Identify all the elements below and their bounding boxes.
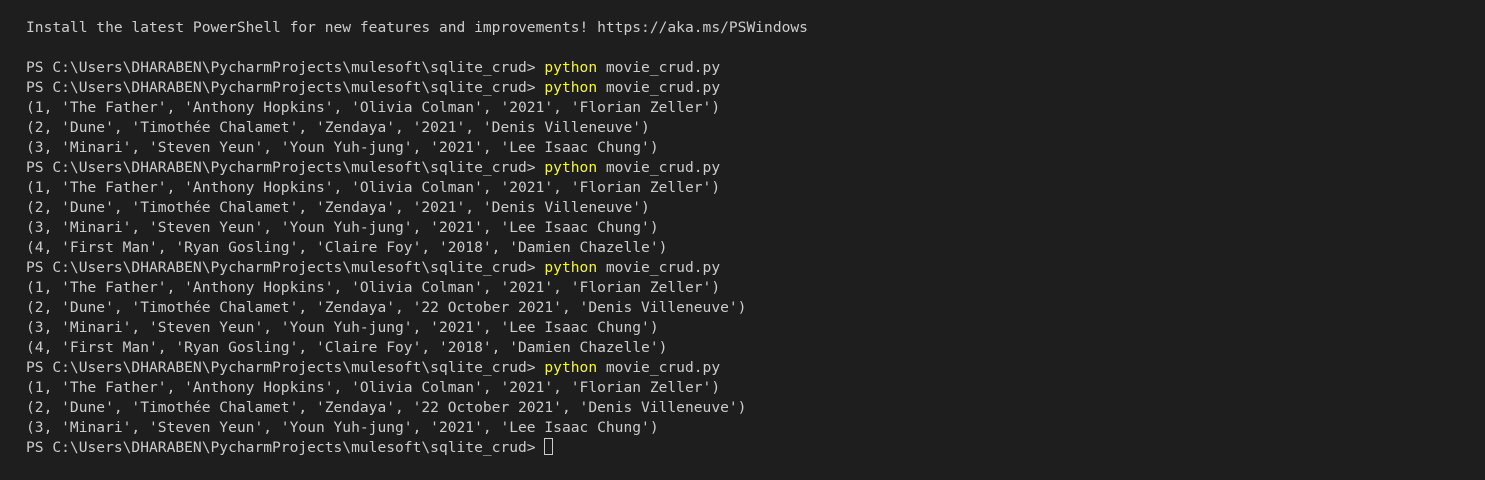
prompt-text: PS C:\Users\DHARABEN\PycharmProjects\mul…	[26, 259, 545, 276]
output-row: (3, 'Minari', 'Steven Yeun', 'Youn Yuh-j…	[26, 319, 659, 336]
active-prompt-line[interactable]: PS C:\Users\DHARABEN\PycharmProjects\mul…	[26, 438, 1485, 458]
output-row: (4, 'First Man', 'Ryan Gosling', 'Claire…	[26, 239, 668, 256]
output-row: (4, 'First Man', 'Ryan Gosling', 'Claire…	[26, 339, 668, 356]
output-row: (1, 'The Father', 'Anthony Hopkins', 'Ol…	[26, 279, 721, 296]
output-row: (1, 'The Father', 'Anthony Hopkins', 'Ol…	[26, 99, 721, 116]
command-args: movie_crud.py	[597, 259, 721, 276]
output-row: (3, 'Minari', 'Steven Yeun', 'Youn Yuh-j…	[26, 419, 659, 436]
output-row: (3, 'Minari', 'Steven Yeun', 'Youn Yuh-j…	[26, 139, 659, 156]
command-line: PS C:\Users\DHARABEN\PycharmProjects\mul…	[26, 358, 1485, 378]
command-word: python	[544, 259, 598, 276]
command-args: movie_crud.py	[597, 59, 721, 76]
command-word: python	[544, 359, 598, 376]
terminal-cursor[interactable]	[544, 438, 554, 455]
prompt-text: PS C:\Users\DHARABEN\PycharmProjects\mul…	[26, 79, 545, 96]
output-row: (3, 'Minari', 'Steven Yeun', 'Youn Yuh-j…	[26, 219, 659, 236]
command-args: movie_crud.py	[597, 159, 721, 176]
powershell-banner: Install the latest PowerShell for new fe…	[26, 19, 808, 36]
command-line: PS C:\Users\DHARABEN\PycharmProjects\mul…	[26, 78, 1485, 98]
command-line: PS C:\Users\DHARABEN\PycharmProjects\mul…	[26, 58, 1485, 78]
command-word: python	[544, 159, 598, 176]
output-row: (1, 'The Father', 'Anthony Hopkins', 'Ol…	[26, 379, 721, 396]
output-row: (2, 'Dune', 'Timothée Chalamet', 'Zenday…	[26, 299, 747, 316]
output-row: (2, 'Dune', 'Timothée Chalamet', 'Zenday…	[26, 199, 650, 216]
command-args: movie_crud.py	[597, 359, 721, 376]
prompt-text: PS C:\Users\DHARABEN\PycharmProjects\mul…	[26, 439, 545, 456]
command-word: python	[544, 79, 598, 96]
command-line: PS C:\Users\DHARABEN\PycharmProjects\mul…	[26, 158, 1485, 178]
prompt-text: PS C:\Users\DHARABEN\PycharmProjects\mul…	[26, 359, 545, 376]
output-row: (2, 'Dune', 'Timothée Chalamet', 'Zenday…	[26, 119, 650, 136]
command-args: movie_crud.py	[597, 79, 721, 96]
output-row: (2, 'Dune', 'Timothée Chalamet', 'Zenday…	[26, 399, 747, 416]
command-line: PS C:\Users\DHARABEN\PycharmProjects\mul…	[26, 258, 1485, 278]
terminal-panel[interactable]: Install the latest PowerShell for new fe…	[0, 0, 1485, 480]
prompt-text: PS C:\Users\DHARABEN\PycharmProjects\mul…	[26, 59, 545, 76]
prompt-text: PS C:\Users\DHARABEN\PycharmProjects\mul…	[26, 159, 545, 176]
command-word: python	[544, 59, 598, 76]
output-row: (1, 'The Father', 'Anthony Hopkins', 'Ol…	[26, 179, 721, 196]
command-history: PS C:\Users\DHARABEN\PycharmProjects\mul…	[26, 58, 1485, 438]
